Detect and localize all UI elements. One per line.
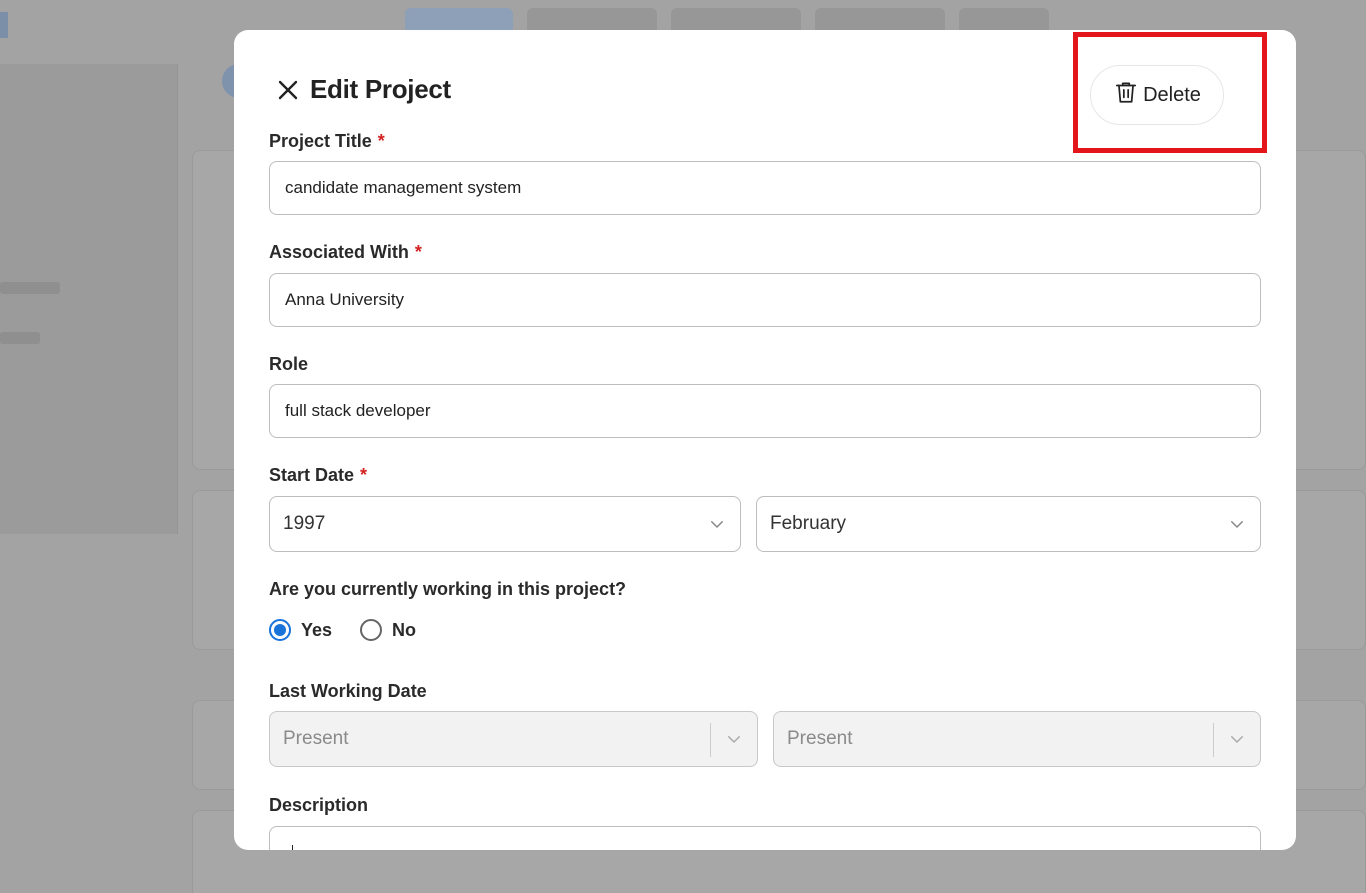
associated-with-value: Anna University xyxy=(285,290,405,309)
associated-with-input[interactable]: Anna University xyxy=(269,273,1261,327)
delete-button[interactable]: Delete xyxy=(1090,65,1224,125)
start-month-value: February xyxy=(770,513,847,534)
currently-working-question-text: Are you currently working in this projec… xyxy=(269,579,627,599)
radio-no-circle[interactable] xyxy=(360,619,383,641)
description-label-text: Description xyxy=(269,795,369,815)
select-divider xyxy=(1213,723,1214,757)
role-value: full stack developer xyxy=(285,401,431,420)
last-working-year-select: Present xyxy=(269,711,758,767)
start-date-label-text: Start Date xyxy=(269,465,355,485)
required-mark: * xyxy=(360,465,368,485)
start-month-select[interactable]: February xyxy=(756,496,1261,552)
radio-yes[interactable]: Yes xyxy=(269,619,332,641)
role-label-text: Role xyxy=(269,354,309,374)
last-working-year-value: Present xyxy=(283,728,349,749)
description-label: Description xyxy=(269,795,368,816)
project-title-input[interactable]: candidate management system xyxy=(269,161,1261,215)
radio-yes-label: Yes xyxy=(301,619,333,640)
last-working-date-label-text: Last Working Date xyxy=(269,681,427,701)
start-year-value: 1997 xyxy=(283,513,326,534)
chevron-down-icon xyxy=(708,515,726,539)
required-mark: * xyxy=(377,131,385,151)
start-year-select[interactable]: 1997 xyxy=(269,496,741,552)
close-icon[interactable] xyxy=(274,76,302,104)
last-working-date-label: Last Working Date xyxy=(269,681,427,702)
project-title-label-text: Project Title xyxy=(269,131,372,151)
associated-with-label: Associated With * xyxy=(269,242,422,263)
required-mark: * xyxy=(414,242,422,262)
role-input[interactable]: full stack developer xyxy=(269,384,1261,438)
chevron-down-icon xyxy=(1228,515,1246,539)
radio-yes-circle[interactable] xyxy=(269,619,291,641)
radio-no-label: No xyxy=(392,619,417,640)
currently-working-radio-group: Yes No xyxy=(269,619,444,641)
description-textarea[interactable] xyxy=(269,826,1261,850)
delete-button-label: Delete xyxy=(1143,83,1201,106)
role-label: Role xyxy=(269,354,308,375)
associated-with-label-text: Associated With xyxy=(269,242,409,262)
background-sidebar-item xyxy=(0,282,60,294)
last-working-month-value: Present xyxy=(787,728,853,749)
edit-project-modal: Edit Project Delete Project Title * candi… xyxy=(234,30,1296,850)
text-cursor xyxy=(292,845,293,850)
start-date-label: Start Date * xyxy=(269,465,367,486)
modal-header: Edit Project xyxy=(274,74,451,105)
project-title-label: Project Title * xyxy=(269,131,385,152)
background-logo xyxy=(0,8,18,39)
chevron-down-icon xyxy=(1228,730,1246,754)
select-divider xyxy=(710,723,711,757)
currently-working-question: Are you currently working in this projec… xyxy=(269,579,626,600)
background-sidebar-item xyxy=(0,332,40,344)
last-working-month-select: Present xyxy=(773,711,1261,767)
project-title-value: candidate management system xyxy=(285,178,522,197)
modal-title: Edit Project xyxy=(310,74,451,104)
chevron-down-icon xyxy=(725,730,743,754)
trash-icon xyxy=(1113,79,1139,111)
radio-no[interactable]: No xyxy=(360,619,416,641)
background-sidebar xyxy=(0,64,178,534)
